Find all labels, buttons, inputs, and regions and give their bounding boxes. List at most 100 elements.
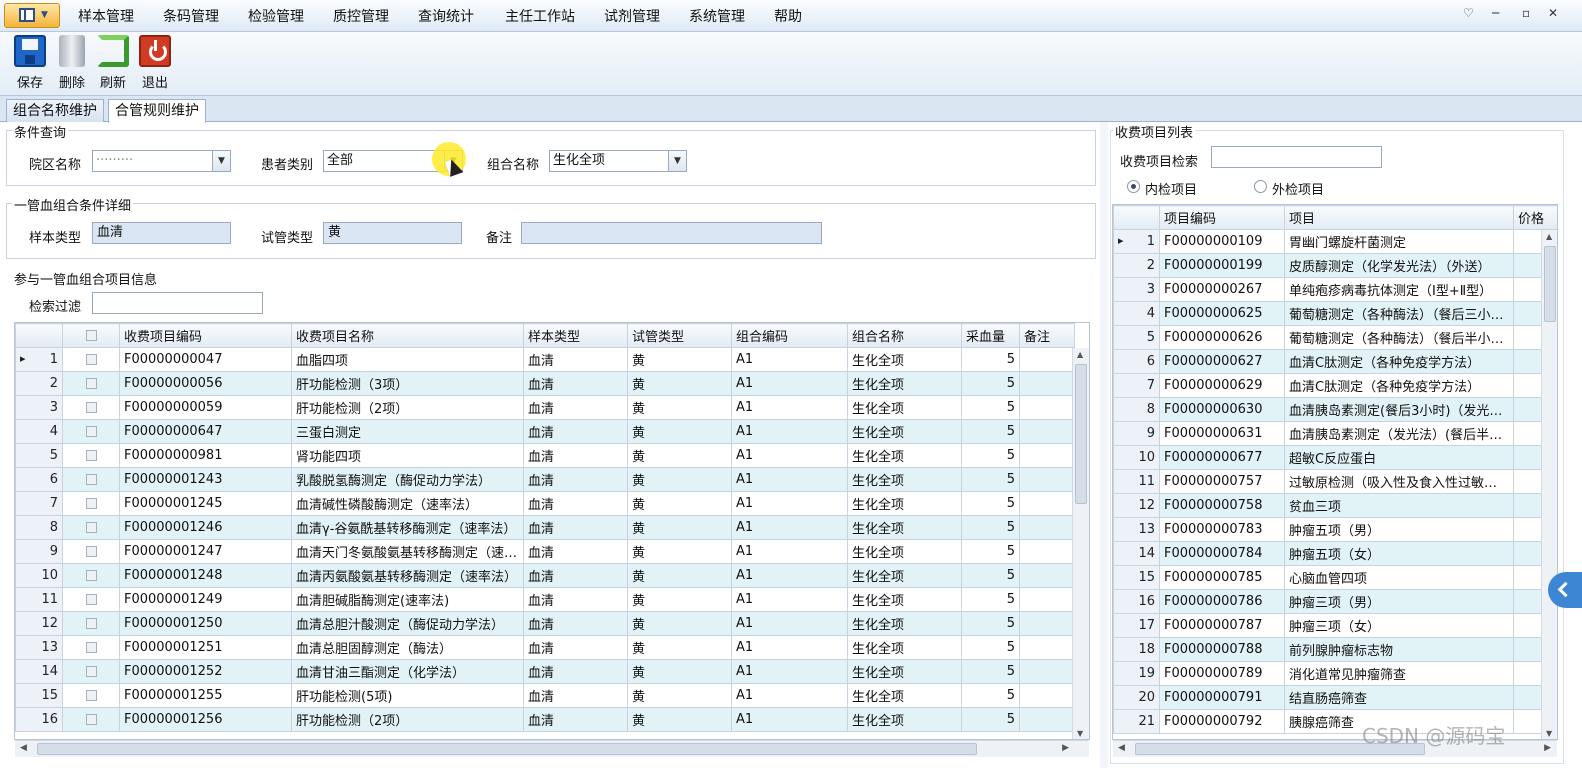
close-icon[interactable]: ✕ <box>1548 6 1558 20</box>
row-checkbox[interactable] <box>62 467 120 492</box>
exit-button[interactable]: 退出 <box>136 34 174 92</box>
restore-icon[interactable]: ▫ <box>1522 6 1530 20</box>
table-row[interactable]: 7 F00000001245 血清碱性磷酸酶测定（速率法） 血清黄 A1 生化全项 5 <box>15 491 1075 516</box>
charge-vertical-scrollbar[interactable]: ▲ ▼ <box>1541 230 1557 739</box>
chevron-down-icon[interactable]: ▼ <box>668 151 686 171</box>
col-item-code[interactable]: 项目编码 <box>1159 205 1285 230</box>
scroll-down-icon[interactable]: ▼ <box>1077 729 1083 738</box>
table-row[interactable]: 9 F00000001247 血清天门冬氨酸氨基转移酶测定（速率法） 血清黄 A1 生化全… <box>15 539 1075 564</box>
scroll-left-icon[interactable]: ◀ <box>20 743 27 753</box>
table-row[interactable]: 10 F00000001248 血清丙氨酸氨基转移酶测定（速率法） 血清黄 A1 生化全项… <box>15 563 1075 588</box>
table-row[interactable]: 3 F00000000267 单纯疱疹病毒抗体测定（Ⅰ型+Ⅱ型） <box>1113 277 1557 302</box>
row-checkbox[interactable] <box>62 371 120 396</box>
table-row[interactable]: 3 F00000000059 肝功能检测（2项） 血清黄 A1 生化全项 5 <box>15 395 1075 420</box>
row-checkbox[interactable] <box>62 443 120 468</box>
col-charge-code[interactable]: 收费项目编码 <box>119 323 292 348</box>
table-row[interactable]: 11 F00000001249 血清胆碱脂酶测定(速率法) 血清黄 A1 生化全项 5 <box>15 587 1075 612</box>
table-row[interactable]: 5 F00000000981 肾功能四项 血清黄 A1 生化全项 5 <box>15 443 1075 468</box>
table-row[interactable]: 8 F00000000630 血清胰岛素测定(餐后3小时)（发光法） <box>1113 397 1557 422</box>
row-checkbox[interactable] <box>62 683 120 708</box>
row-checkbox[interactable] <box>62 395 120 420</box>
col-group-code[interactable]: 组合编码 <box>731 323 848 348</box>
scroll-thumb[interactable] <box>37 743 977 755</box>
row-checkbox[interactable] <box>62 659 120 684</box>
table-row[interactable]: 12 F00000000758 贫血三项 <box>1113 493 1557 518</box>
filter-input[interactable] <box>92 292 263 314</box>
col-remark[interactable]: 备注 <box>1019 323 1075 348</box>
menu-item-query[interactable]: 查询统计 <box>418 0 474 32</box>
row-checkbox[interactable] <box>62 347 120 372</box>
table-row[interactable]: 11 F00000000757 过敏原检测（吸入性及食入性过敏原） <box>1113 469 1557 494</box>
table-row[interactable]: 14 F00000000784 肿瘤五项（女） <box>1113 541 1557 566</box>
remark-field[interactable] <box>521 222 822 244</box>
col-item-name[interactable]: 项目 <box>1284 205 1514 230</box>
app-menu-button[interactable]: ▼ <box>4 3 60 28</box>
scroll-up-icon[interactable]: ▲ <box>1546 232 1552 241</box>
col-sample-type[interactable]: 样本类型 <box>523 323 628 348</box>
menu-item-system[interactable]: 系统管理 <box>689 0 745 32</box>
table-row[interactable]: 15 F00000001255 肝功能检测(5项) 血清黄 A1 生化全项 5 <box>15 683 1075 708</box>
table-row[interactable]: 6 F00000000627 血清C肽测定（各种免疫学方法） <box>1113 349 1557 374</box>
table-row[interactable]: ▸ 1 F00000000047 血脂四项 血清黄 A1 生化全项 5 <box>15 347 1075 372</box>
menu-item-reagent[interactable]: 试剂管理 <box>604 0 660 32</box>
table-row[interactable]: 18 F00000000788 前列腺肿瘤标志物 <box>1113 637 1557 662</box>
table-row[interactable]: 17 F00000000787 肿瘤三项（女） <box>1113 613 1557 638</box>
table-row[interactable]: 4 F00000000647 三蛋白测定 血清黄 A1 生化全项 5 <box>15 419 1075 444</box>
table-row[interactable]: 13 F00000001251 血清总胆固醇测定（酶法） 血清黄 A1 生化全项 5 <box>15 635 1075 660</box>
menu-item-inspection[interactable]: 检验管理 <box>248 0 304 32</box>
scroll-down-icon[interactable]: ▼ <box>1546 729 1552 738</box>
row-checkbox[interactable] <box>62 491 120 516</box>
table-row[interactable]: 12 F00000001250 血清总胆汁酸测定（酶促动力学法） 血清黄 A1 生化全项 5 <box>15 611 1075 636</box>
table-row[interactable]: 8 F00000001246 血清γ-谷氨酰基转移酶测定（速率法） 血清黄 A1 生化全项… <box>15 515 1075 540</box>
col-charge-name[interactable]: 收费项目名称 <box>291 323 524 348</box>
table-row[interactable]: 2 F00000000056 肝功能检测（3项） 血清黄 A1 生化全项 5 <box>15 371 1075 396</box>
table-row[interactable]: ▸ 1 F00000000109 胃幽门螺旋杆菌测定 <box>1113 229 1557 254</box>
col-price[interactable]: 价格 <box>1513 205 1557 230</box>
items-horizontal-scrollbar[interactable]: ◀ ▶ <box>15 740 1089 757</box>
save-button[interactable]: 保存 <box>11 34 49 92</box>
ribbon-toggle-icon[interactable]: ♡ <box>1463 6 1474 20</box>
row-checkbox[interactable] <box>62 611 120 636</box>
col-group-name[interactable]: 组合名称 <box>847 323 962 348</box>
row-checkbox[interactable] <box>62 563 120 588</box>
row-checkbox[interactable] <box>62 419 120 444</box>
items-vertical-scrollbar[interactable]: ▲ ▼ <box>1072 348 1089 739</box>
scroll-thumb[interactable] <box>1544 246 1556 322</box>
refresh-button[interactable]: 刷新 <box>94 34 132 92</box>
row-checkbox[interactable] <box>62 635 120 660</box>
radio-external[interactable] <box>1254 180 1267 193</box>
table-row[interactable]: 16 F00000001256 肝功能检测（2项） 血清黄 A1 生化全项 5 <box>15 707 1075 732</box>
charge-search-input[interactable] <box>1211 146 1382 168</box>
table-row[interactable]: 14 F00000001252 血清甘油三酯测定（化学法） 血清黄 A1 生化全项 5 <box>15 659 1075 684</box>
row-checkbox[interactable] <box>62 539 120 564</box>
radio-internal[interactable] <box>1127 180 1140 193</box>
select-all-checkbox[interactable] <box>62 323 120 348</box>
table-row[interactable]: 7 F00000000629 血清C肽测定（各种免疫学方法） <box>1113 373 1557 398</box>
table-row[interactable]: 16 F00000000786 肿瘤三项（男） <box>1113 589 1557 614</box>
col-blood-volume[interactable]: 采血量 <box>961 323 1020 348</box>
row-checkbox[interactable] <box>62 515 120 540</box>
table-row[interactable]: 4 F00000000625 葡萄糖测定（各种酶法）（餐后三小时） <box>1113 301 1557 326</box>
table-row[interactable]: 2 F00000000199 皮质醇测定（化学发光法）（外送） <box>1113 253 1557 278</box>
tube-type-field[interactable]: 黄 <box>323 222 462 244</box>
group-name-select[interactable]: 生化全项 ▼ <box>549 150 687 172</box>
table-row[interactable]: 19 F00000000789 消化道常见肿瘤筛查 <box>1113 661 1557 686</box>
row-checkbox[interactable] <box>62 587 120 612</box>
col-tube-type[interactable]: 试管类型 <box>627 323 732 348</box>
chevron-down-icon[interactable]: ▼ <box>212 151 230 171</box>
tab-group-name[interactable]: 组合名称维护 <box>6 99 104 122</box>
table-row[interactable]: 9 F00000000631 血清胰岛素测定（发光法）(餐后半小时) <box>1113 421 1557 446</box>
table-row[interactable]: 10 F00000000677 超敏C反应蛋白 <box>1113 445 1557 470</box>
tab-tube-rules[interactable]: 合管规则维护 <box>108 99 206 123</box>
scroll-right-icon[interactable]: ▶ <box>1544 743 1551 753</box>
table-row[interactable]: 13 F00000000783 肿瘤五项（男） <box>1113 517 1557 542</box>
delete-button[interactable]: 删除 <box>53 34 91 92</box>
table-row[interactable]: 15 F00000000785 心脑血管四项 <box>1113 565 1557 590</box>
menu-item-sample[interactable]: 样本管理 <box>78 0 134 32</box>
table-row[interactable]: 5 F00000000626 葡萄糖测定（各种酶法）（餐后半小时） <box>1113 325 1557 350</box>
table-row[interactable]: 20 F00000000791 结直肠癌筛查 <box>1113 685 1557 710</box>
hospital-select[interactable]: ········· ▼ <box>92 150 231 172</box>
menu-item-barcode[interactable]: 条码管理 <box>163 0 219 32</box>
scroll-thumb[interactable] <box>1075 364 1087 504</box>
row-checkbox[interactable] <box>62 707 120 732</box>
